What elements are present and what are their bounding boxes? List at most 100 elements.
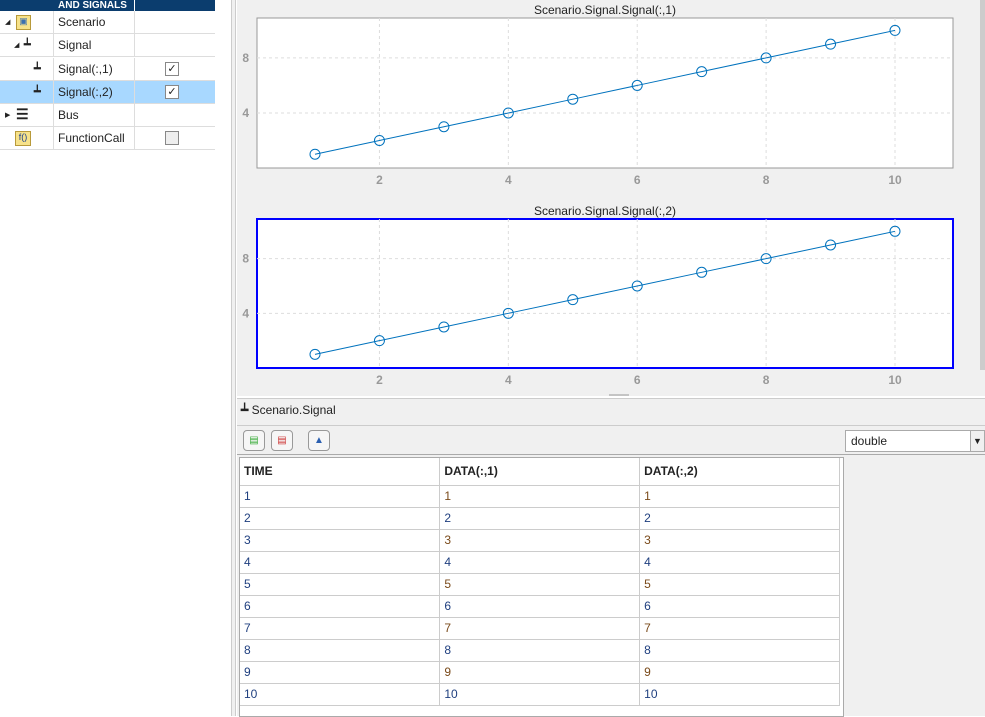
y-tick-label: 4	[242, 106, 249, 120]
table-row[interactable]: 333	[240, 529, 840, 552]
signal-tree-panel: AND SIGNALS ◢ ▣ Scenario ◢ ┷ Signal ┷ Si…	[0, 0, 232, 716]
table-cell[interactable]: 7	[639, 617, 840, 640]
chevron-down-icon[interactable]: ▼	[970, 431, 984, 451]
table-cell[interactable]: 8	[439, 639, 641, 662]
x-tick-label: 4	[505, 373, 512, 387]
column-header[interactable]: DATA(:,2)	[639, 458, 840, 486]
table-cell[interactable]: 6	[240, 595, 441, 618]
table-cell[interactable]: 5	[439, 573, 641, 596]
table-cell[interactable]: 1	[439, 485, 641, 508]
tree-item-signal-2[interactable]: ┷ Signal(:,2) ✓	[0, 81, 215, 104]
functioncall-checkbox[interactable]	[165, 131, 179, 145]
table-row[interactable]: 444	[240, 551, 840, 574]
table-cell[interactable]: 10	[639, 683, 840, 706]
x-tick-label: 2	[376, 373, 383, 387]
x-tick-label: 4	[505, 173, 512, 187]
table-cell[interactable]: 8	[639, 639, 840, 662]
table-cell[interactable]: 4	[439, 551, 641, 574]
table-row[interactable]: 777	[240, 617, 840, 640]
signal-editor-panel: ┷ Scenario.Signal ▤ ▤ ▲ double ▼ TIME DATA…	[237, 398, 985, 717]
tree-item-label: Scenario	[58, 15, 106, 29]
matlab-add-icon[interactable]: ▲	[308, 430, 330, 451]
x-tick-label: 10	[888, 173, 902, 187]
tree-item-functioncall[interactable]: f() FunctionCall	[0, 127, 215, 150]
y-tick-label: 8	[242, 51, 249, 65]
y-tick-label: 8	[242, 252, 249, 266]
table-cell[interactable]: 8	[240, 639, 441, 662]
x-tick-label: 8	[763, 173, 770, 187]
table-cell[interactable]: 1	[240, 485, 441, 508]
column-header[interactable]: DATA(:,1)	[439, 458, 641, 486]
tree-item-scenario[interactable]: ◢ ▣ Scenario	[0, 11, 215, 34]
delete-row-button[interactable]: ▤	[271, 430, 293, 451]
table-cell[interactable]: 5	[639, 573, 840, 596]
signal-2-checkbox[interactable]: ✓	[165, 85, 179, 99]
tree-item-signal-1[interactable]: ┷ Signal(:,1) ✓	[0, 58, 215, 81]
tree-item-bus[interactable]: ▶ ☰ Bus	[0, 104, 215, 127]
plot-1[interactable]: Scenario.Signal.Signal(:,1) 2 4 6 8 10 4 8	[242, 3, 954, 187]
plot-area: Scenario.Signal.Signal(:,1) 2 4 6 8 10 4 8 Scena…	[237, 0, 985, 396]
x-tick-label: 10	[888, 373, 902, 387]
signal-icon: ┷	[24, 39, 31, 51]
signal-1-checkbox[interactable]: ✓	[165, 62, 179, 76]
signal-icon: ┷	[241, 403, 252, 417]
vertical-scrollbar[interactable]	[980, 0, 985, 370]
table-cell[interactable]: 6	[639, 595, 840, 618]
tree-item-label: Signal(:,1)	[58, 62, 113, 76]
table-row[interactable]: 10 10 10	[240, 683, 840, 706]
expand-arrow-icon[interactable]: ◢	[5, 18, 10, 26]
x-tick-label: 2	[376, 173, 383, 187]
datatype-dropdown[interactable]: double ▼	[845, 430, 985, 452]
plot-title: Scenario.Signal.Signal(:,1)	[534, 3, 676, 17]
table-row[interactable]: 222	[240, 507, 840, 530]
table-row[interactable]: 111	[240, 485, 840, 508]
table-cell[interactable]: 10	[240, 683, 441, 706]
table-cell[interactable]: 9	[240, 661, 441, 684]
table-row[interactable]: 888	[240, 639, 840, 662]
panel-splitter[interactable]	[232, 0, 236, 716]
table-row[interactable]: 999	[240, 661, 840, 684]
tree-item-label: Bus	[58, 108, 79, 122]
editor-title: ┷ Scenario.Signal	[241, 403, 336, 417]
table-cell[interactable]: 6	[439, 595, 641, 618]
x-tick-label: 6	[634, 373, 641, 387]
table-cell[interactable]: 7	[439, 617, 641, 640]
signal-icon: ┷	[34, 86, 41, 98]
table-cell[interactable]: 9	[439, 661, 641, 684]
tree-item-label: FunctionCall	[58, 131, 125, 145]
expand-arrow-icon[interactable]: ◢	[14, 41, 19, 49]
tree-item-label: Signal(:,2)	[58, 85, 113, 99]
editor-title-label: Scenario.Signal	[251, 403, 336, 417]
editor-toolbar: ▤ ▤ ▲ double ▼	[237, 425, 985, 455]
scenario-icon: ▣	[16, 15, 31, 30]
plot-title: Scenario.Signal.Signal(:,2)	[534, 204, 676, 218]
tree-item-label: Signal	[58, 38, 92, 52]
table-row[interactable]: 666	[240, 595, 840, 618]
table-cell[interactable]: 10	[439, 683, 641, 706]
table-cell[interactable]: 3	[240, 529, 441, 552]
data-table: TIME DATA(:,1) DATA(:,2) 1 1 1 2 2 2 3 3 3 4 4 4 5 5 5 6 6 6…	[239, 457, 844, 717]
tree-item-signal[interactable]: ◢ ┷ Signal	[0, 34, 215, 57]
column-header[interactable]: TIME	[240, 458, 441, 486]
x-tick-label: 8	[763, 373, 770, 387]
table-cell[interactable]: 5	[240, 573, 441, 596]
function-call-icon: f()	[15, 131, 31, 146]
table-cell[interactable]: 4	[639, 551, 840, 574]
table-cell[interactable]: 2	[639, 507, 840, 530]
datatype-value: double	[851, 434, 888, 448]
insert-row-button[interactable]: ▤	[243, 430, 265, 451]
table-cell[interactable]: 3	[639, 529, 840, 552]
plots-svg: Scenario.Signal.Signal(:,1)2 4 6 8 1048Scena…	[242, 3, 954, 396]
table-cell[interactable]: 1	[639, 485, 840, 508]
table-cell[interactable]: 3	[439, 529, 641, 552]
plot-2[interactable]: Scenario.Signal.Signal(:,2) 2 4 6 8 10 4 8	[242, 204, 954, 387]
collapse-arrow-icon[interactable]: ▶	[5, 111, 10, 119]
table-cell[interactable]: 7	[240, 617, 441, 640]
table-cell[interactable]: 9	[639, 661, 840, 684]
table-cell[interactable]: 4	[240, 551, 441, 574]
table-cell[interactable]: 2	[439, 507, 641, 530]
y-tick-label: 4	[242, 306, 249, 320]
table-row[interactable]: 555	[240, 573, 840, 596]
table-cell[interactable]: 2	[240, 507, 441, 530]
bus-icon: ☰	[16, 106, 29, 122]
